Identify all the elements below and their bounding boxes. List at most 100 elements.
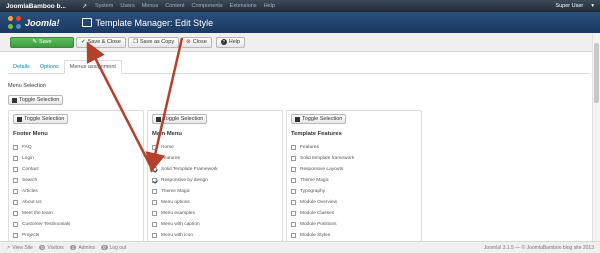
main-admin-menu: System Users Menus Content Components Ex…	[95, 3, 275, 9]
menu-item-row[interactable]: Menu with caption	[148, 219, 282, 230]
menu-item-row[interactable]: Customer Testimonials	[9, 219, 143, 230]
menu-item-row[interactable]: Features	[287, 142, 421, 153]
logout-link[interactable]: 0 Log out	[101, 245, 126, 251]
menu-item-checkbox[interactable]	[291, 178, 296, 183]
menu-item-row[interactable]: Login	[9, 153, 143, 164]
menu-item-checkbox[interactable]	[291, 167, 296, 172]
menu-item-checkbox[interactable]	[291, 189, 296, 194]
menu-item-row[interactable]: Solid template framework	[287, 153, 421, 164]
tab-details[interactable]: Details	[8, 60, 35, 74]
menu-item-checkbox[interactable]	[291, 200, 296, 205]
menu-item-row[interactable]: FAQ	[9, 142, 143, 153]
menu-item-label: About Us	[22, 200, 42, 205]
menu-item-checkbox[interactable]	[152, 222, 157, 227]
menu-item-checkbox[interactable]	[152, 145, 157, 150]
menu-item-label: Theme Magic	[161, 189, 191, 194]
menu-item-row[interactable]: Menu options	[148, 197, 282, 208]
menu-item-row[interactable]: Typography	[287, 186, 421, 197]
template-icon	[81, 18, 92, 27]
menu-item-checkbox[interactable]	[291, 211, 296, 216]
admin-navbar: JoomlaBamboo b... ↗ System Users Menus C…	[0, 0, 600, 12]
menu-item-checkbox[interactable]	[291, 222, 296, 227]
save-close-button[interactable]: ✔ Save & Close	[76, 36, 126, 48]
menu-system[interactable]: System	[95, 3, 113, 9]
menu-item-checkbox[interactable]	[291, 145, 296, 150]
menu-item-row[interactable]: Module Overview	[287, 197, 421, 208]
menu-item-checkbox[interactable]	[13, 178, 18, 183]
external-link-icon: ↗	[6, 244, 11, 251]
close-icon: ⊗	[186, 39, 191, 45]
toggle-icon	[295, 116, 300, 122]
toggle-all-button[interactable]: Toggle Selection	[8, 95, 64, 105]
menu-item-list: Features Solid template framework Responsi…	[287, 142, 421, 241]
page-scrollbar[interactable]	[592, 33, 600, 241]
user-dropdown-icon[interactable]: ▾	[591, 3, 594, 9]
save-copy-button[interactable]: ❐ Save as Copy	[127, 36, 180, 48]
menu-users[interactable]: Users	[120, 3, 134, 9]
toggle-template-features-button[interactable]: Toggle Selection	[291, 114, 347, 124]
help-label: Help	[228, 39, 241, 45]
save-button[interactable]: ✎ Save	[10, 36, 74, 48]
menu-item-row[interactable]: About Us	[9, 197, 143, 208]
menu-item-checkbox[interactable]	[152, 189, 157, 194]
menu-item-row[interactable]: Search	[9, 175, 143, 186]
admins-status: 1 Admins	[69, 245, 95, 251]
menu-item-checkbox[interactable]	[13, 189, 18, 194]
toggle-footer-menu-button[interactable]: Toggle Selection	[13, 114, 69, 124]
menu-item-checkbox[interactable]	[152, 167, 157, 172]
logout-label: Log out	[109, 244, 127, 251]
menu-item-row[interactable]: Solid Template Framework	[148, 164, 282, 175]
scrollbar-thumb[interactable]	[594, 43, 599, 103]
menu-item-row[interactable]: Module Styles	[287, 230, 421, 241]
menu-item-row[interactable]: Module Classes	[287, 208, 421, 219]
menu-item-label: Login	[22, 156, 34, 161]
site-name-link[interactable]: JoomlaBamboo b...	[6, 3, 66, 10]
menu-item-checkbox[interactable]	[291, 156, 296, 161]
menu-item-row[interactable]: Theme Magic	[287, 175, 421, 186]
view-site-link[interactable]: ↗ View Site	[6, 245, 33, 251]
menu-item-checkbox[interactable]	[13, 156, 18, 161]
menu-item-checkbox[interactable]	[152, 156, 157, 161]
menu-item-row[interactable]: Menu with icon	[148, 230, 282, 241]
menu-item-row[interactable]: Projects	[9, 230, 143, 241]
menu-item-checkbox[interactable]	[152, 233, 157, 238]
menu-item-row[interactable]: Features	[148, 153, 282, 164]
menu-item-row[interactable]: Contact	[9, 164, 143, 175]
menu-item-checkbox[interactable]	[13, 145, 18, 150]
menu-item-checkbox[interactable]	[13, 211, 18, 216]
save-close-label: Save & Close	[87, 39, 121, 45]
close-label: Close	[192, 39, 207, 45]
menu-item-row[interactable]: Theme Magic	[148, 186, 282, 197]
toggle-main-menu-button[interactable]: Toggle Selection	[152, 114, 208, 124]
menu-help[interactable]: Help	[264, 3, 275, 9]
menu-item-row[interactable]: Responsive by design	[148, 175, 282, 186]
menu-item-checkbox[interactable]	[152, 178, 157, 183]
menu-item-label: FAQ	[22, 145, 32, 150]
close-button[interactable]: ⊗ Close	[181, 36, 212, 48]
menu-item-checkbox[interactable]	[13, 233, 18, 238]
menu-item-label: Customer Testimonials	[22, 222, 71, 227]
menu-item-checkbox[interactable]	[152, 200, 157, 205]
menu-item-label: Typography	[300, 189, 326, 194]
menu-item-row[interactable]: Module Positions	[287, 219, 421, 230]
menu-item-checkbox[interactable]	[13, 222, 18, 227]
menu-item-checkbox[interactable]	[152, 211, 157, 216]
menu-item-row[interactable]: Menu examples	[148, 208, 282, 219]
external-link-icon[interactable]: ↗	[82, 3, 87, 10]
user-menu[interactable]: Super User ▾	[555, 3, 594, 9]
menu-extensions[interactable]: Extensions	[230, 3, 257, 9]
menu-item-row[interactable]: Meet the team	[9, 208, 143, 219]
menu-item-checkbox[interactable]	[13, 200, 18, 205]
menu-item-checkbox[interactable]	[291, 233, 296, 238]
menu-content[interactable]: Content	[165, 3, 184, 9]
menu-menus[interactable]: Menus	[142, 3, 159, 9]
tab-menus-assignment[interactable]: Menus assignment	[63, 60, 122, 74]
help-button[interactable]: ? Help	[215, 36, 246, 48]
menu-item-checkbox[interactable]	[13, 167, 18, 172]
menu-components[interactable]: Components	[191, 3, 222, 9]
user-name[interactable]: Super User	[555, 3, 583, 9]
menu-item-row[interactable]: Home	[148, 142, 282, 153]
menu-item-row[interactable]: Responsive Layouts	[287, 164, 421, 175]
menu-item-row[interactable]: Articles	[9, 186, 143, 197]
tab-options[interactable]: Options	[35, 60, 64, 74]
